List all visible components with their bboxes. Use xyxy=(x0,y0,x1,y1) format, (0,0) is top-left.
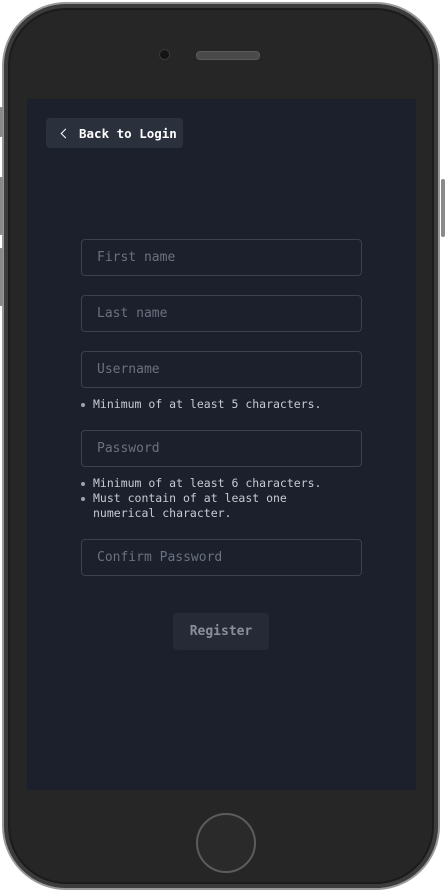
username-hint: Minimum of at least 5 characters. xyxy=(79,397,369,412)
first-name-input[interactable] xyxy=(81,239,362,276)
home-button[interactable] xyxy=(196,813,256,873)
chevron-left-icon xyxy=(60,128,71,138)
password-hint: Must contain of at least one numerical c… xyxy=(79,491,308,521)
password-input[interactable] xyxy=(81,430,362,467)
back-to-login-button[interactable]: Back to Login xyxy=(46,118,183,148)
register-button[interactable]: Register xyxy=(173,613,269,650)
volume-down-button xyxy=(0,248,3,306)
password-requirements: Minimum of at least 6 characters. Must c… xyxy=(79,476,369,521)
power-button xyxy=(441,179,445,237)
earpiece-speaker xyxy=(196,51,260,60)
confirm-password-input[interactable] xyxy=(81,539,362,576)
back-to-login-label: Back to Login xyxy=(79,125,177,141)
username-input[interactable] xyxy=(81,351,362,388)
registration-screen: Back to Login Minimum of at least 5 char… xyxy=(27,99,416,790)
mute-switch xyxy=(0,107,3,137)
last-name-input[interactable] xyxy=(81,295,362,332)
username-requirements: Minimum of at least 5 characters. xyxy=(79,397,369,412)
password-hint: Minimum of at least 6 characters. xyxy=(79,476,369,491)
volume-up-button xyxy=(0,177,3,235)
front-camera xyxy=(159,49,170,60)
